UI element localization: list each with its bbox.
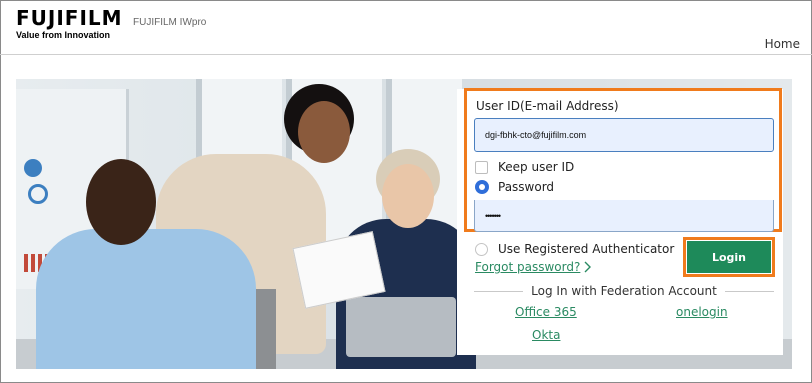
divider-line bbox=[474, 290, 524, 292]
forgot-password-link[interactable]: Forgot password? bbox=[475, 260, 592, 274]
login-button[interactable]: Login bbox=[687, 241, 771, 273]
okta-link[interactable]: Okta bbox=[532, 328, 560, 342]
keep-user-id-row[interactable]: Keep user ID bbox=[475, 160, 574, 174]
password-option-label: Password bbox=[498, 180, 555, 194]
federation-heading-text: Log In with Federation Account bbox=[531, 284, 717, 298]
laptop bbox=[346, 297, 456, 357]
chevron-right-icon bbox=[584, 261, 592, 273]
office365-link[interactable]: Office 365 bbox=[515, 305, 577, 319]
federation-heading: Log In with Federation Account bbox=[474, 284, 774, 298]
chart-ring-icon bbox=[28, 184, 48, 204]
logo-wordmark: FUJIFILM bbox=[16, 6, 123, 30]
password-input[interactable] bbox=[474, 200, 774, 232]
divider-line bbox=[724, 290, 774, 292]
keep-user-id-label: Keep user ID bbox=[498, 160, 575, 174]
person-seated-left-head bbox=[86, 159, 156, 245]
chart-dot-icon bbox=[24, 159, 42, 177]
home-link[interactable]: Home bbox=[765, 37, 800, 51]
password-option-row[interactable]: Password bbox=[475, 180, 554, 194]
keep-user-id-checkbox[interactable] bbox=[475, 160, 488, 174]
person-seated-right-head bbox=[382, 164, 434, 228]
logo-tagline: Value from Innovation bbox=[16, 30, 111, 40]
fujifilm-logo: FUJIFILM Value from Innovation bbox=[16, 7, 126, 40]
onelogin-link[interactable]: onelogin bbox=[676, 305, 728, 319]
user-id-label: User ID(E-mail Address) bbox=[476, 99, 619, 113]
header-divider bbox=[0, 54, 812, 55]
forgot-password-label: Forgot password? bbox=[475, 260, 581, 274]
app-name: FUJIFILM IWpro bbox=[133, 17, 207, 28]
password-radio[interactable] bbox=[475, 180, 489, 194]
person-standing-head bbox=[298, 101, 350, 163]
authenticator-radio[interactable] bbox=[475, 242, 488, 256]
authenticator-option-label: Use Registered Authenticator bbox=[498, 242, 675, 256]
authenticator-option-row[interactable]: Use Registered Authenticator bbox=[475, 242, 674, 256]
person-seated-left bbox=[36, 229, 256, 369]
user-id-input[interactable] bbox=[474, 118, 774, 152]
